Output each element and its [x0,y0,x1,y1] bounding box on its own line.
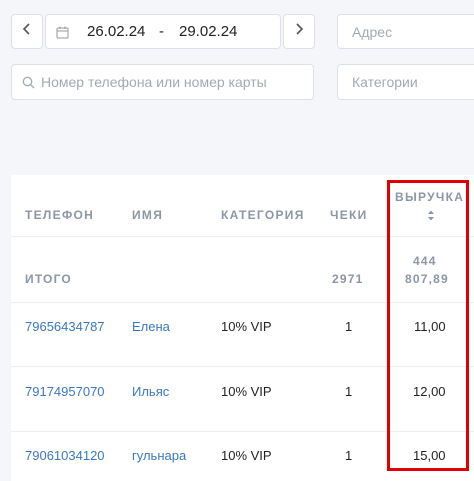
total-revenue-line1: 444 [413,254,437,268]
search-placeholder: Номер телефона или номер карты [41,74,267,90]
table-row[interactable]: 79656434787 Елена 10% VIP 1 11,00 [11,303,474,367]
chevron-left-icon [22,22,32,41]
row-checks: 1 [345,319,353,334]
row-name-link[interactable]: Елена [132,319,170,334]
col-name-header[interactable]: ИМЯ [132,208,163,222]
address-select[interactable]: Адрес [337,14,474,49]
col-category-header[interactable]: КАТЕГОРИЯ [221,208,305,222]
next-period-button[interactable] [283,14,315,49]
row-revenue: 12,00 [413,384,446,399]
row-name-link[interactable]: Ильяс [132,384,169,399]
total-row: ИТОГО 2971 444 807,89 [11,237,474,303]
col-revenue-header[interactable]: ВЫРУЧКА [395,190,464,204]
row-checks: 1 [345,448,353,463]
table-row[interactable]: 79061034120 гульнара 10% VIP 1 15,00 [11,432,474,481]
customers-table: ТЕЛЕФОН ИМЯ КАТЕГОРИЯ ЧЕКИ ВЫРУЧКА ИТОГО… [11,175,474,481]
row-category: 10% VIP [221,448,272,463]
search-icon [22,76,35,89]
row-revenue: 11,00 [414,319,446,334]
row-phone-link[interactable]: 79061034120 [25,448,105,463]
table-row[interactable]: 79174957070 Ильяс 10% VIP 1 12,00 [11,367,474,432]
date-from[interactable]: 26.02.24 [87,23,145,40]
row-name-link[interactable]: гульнара [132,448,186,463]
row-phone-link[interactable]: 79656434787 [25,319,105,334]
date-to[interactable]: 29.02.24 [179,23,237,40]
category-placeholder: Категории [352,74,418,90]
row-category: 10% VIP [221,319,272,334]
row-revenue: 15,00 [413,448,446,463]
sort-icon[interactable] [427,208,435,226]
category-select[interactable]: Категории [337,64,474,100]
total-label: ИТОГО [25,272,72,286]
calendar-icon [56,26,69,43]
row-category: 10% VIP [221,384,272,399]
chevron-right-icon [294,22,304,41]
table-header: ТЕЛЕФОН ИМЯ КАТЕГОРИЯ ЧЕКИ ВЫРУЧКА [11,175,474,237]
row-phone-link[interactable]: 79174957070 [25,384,105,399]
date-separator: - [159,23,164,40]
date-range-picker[interactable]: 26.02.24 - 29.02.24 [45,14,281,49]
prev-period-button[interactable] [11,14,43,49]
address-placeholder: Адрес [352,23,393,40]
col-checks-header[interactable]: ЧЕКИ [330,208,368,222]
search-input[interactable]: Номер телефона или номер карты [11,64,314,100]
row-checks: 1 [345,384,353,399]
total-revenue-line2: 807,89 [405,272,449,286]
total-checks: 2971 [332,272,364,286]
col-phone-header[interactable]: ТЕЛЕФОН [25,208,94,222]
